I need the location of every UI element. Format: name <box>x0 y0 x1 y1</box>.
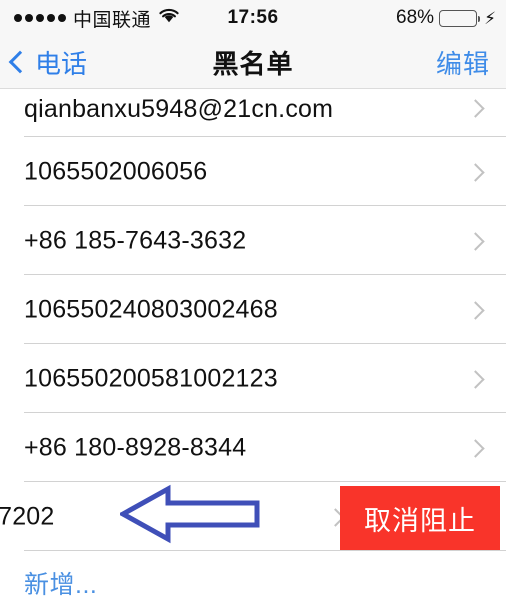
phone-screen: 中国联通 17:56 68% ⚡ 电话 黑名单 编辑 qianbanxu5948… <box>0 0 506 613</box>
table-row[interactable]: 106550200581002123 <box>0 344 506 413</box>
chevron-right-icon <box>466 162 485 182</box>
blacklist-entry-label: 1065502006056 <box>24 157 208 185</box>
blacklist-entry-label: 106550200581002123 <box>24 364 278 392</box>
table-row[interactable]: 106550240803002468 <box>0 275 506 344</box>
edit-button[interactable]: 编辑 <box>436 36 490 88</box>
blacklist-entry-label: 87202 <box>0 502 55 530</box>
table-row[interactable]: +86 180-8928-8344 <box>0 413 506 482</box>
battery-percent-label: 68% <box>396 7 435 28</box>
add-entry-row[interactable]: 新增... <box>0 551 506 613</box>
navigation-bar: 电话 黑名单 编辑 <box>0 36 506 89</box>
chevron-right-icon <box>466 300 485 320</box>
blacklist-entry-label: qianbanxu5948@21cn.com <box>24 95 334 123</box>
chevron-right-icon <box>466 369 485 389</box>
chevron-right-icon <box>466 231 485 251</box>
table-row[interactable]: +86 185-7643-3632 <box>0 206 506 275</box>
chevron-right-icon <box>466 438 485 458</box>
page-title: 黑名单 <box>212 48 294 79</box>
add-entry-label: 新增... <box>24 571 98 599</box>
chevron-right-icon <box>466 99 485 118</box>
blacklist-entry-label: +86 185-7643-3632 <box>24 226 247 254</box>
blacklist-list: qianbanxu5948@21cn.com 1065502006056 +86 1… <box>0 89 506 551</box>
blacklist-entry-label: +86 180-8928-8344 <box>24 433 247 461</box>
table-row[interactable]: 1065502006056 <box>0 137 506 206</box>
table-row[interactable]: qianbanxu5948@21cn.com <box>0 89 506 137</box>
charging-bolt-icon: ⚡ <box>484 8 496 28</box>
table-row[interactable]: 87202 取消阻止 <box>0 482 506 551</box>
status-bar: 中国联通 17:56 68% ⚡ <box>0 0 506 36</box>
blacklist-entry-label: 106550240803002468 <box>24 295 278 323</box>
battery-icon <box>439 9 481 27</box>
status-bar-right: 68% ⚡ <box>396 0 496 36</box>
unblock-button[interactable]: 取消阻止 <box>340 486 500 550</box>
